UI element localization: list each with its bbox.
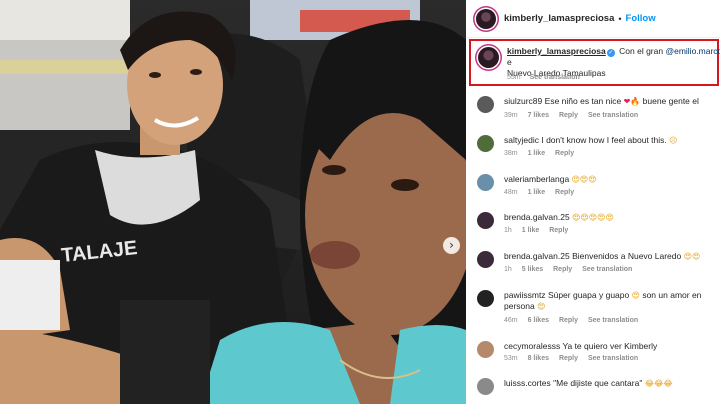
heart-eyes-icon: 😍 — [537, 302, 546, 311]
heart-eyes-icon: 😍 — [631, 291, 640, 300]
comment-username[interactable]: valeriamberlanga — [504, 174, 569, 184]
sad-face-icon: ☹ — [669, 136, 678, 145]
avatar[interactable] — [476, 8, 496, 29]
post-photo[interactable]: TALAJE › — [0, 0, 466, 404]
post-header: kimberly_lamaspreciosa • Follow — [466, 0, 720, 38]
comment-likes[interactable]: 1 like — [528, 189, 546, 196]
laughing-icon: 😂😂😂 — [644, 379, 673, 388]
comment-username[interactable]: cecymoralesss — [504, 341, 560, 351]
avatar[interactable] — [477, 174, 494, 191]
caption-body: Con el gran — [619, 46, 664, 56]
caption-meta: 55m See translation — [507, 74, 587, 81]
comment-likes[interactable]: 1 like — [528, 150, 546, 157]
post-photo-illustration: TALAJE — [0, 0, 466, 404]
comment-body: Ese niño es tan nice — [544, 96, 622, 106]
caption-rest: e — [507, 57, 512, 67]
avatar[interactable] — [477, 341, 494, 358]
heart-eyes-icon: 😍😍😍😍😍 — [572, 213, 614, 222]
comment-body: I don't know how I feel about this. — [541, 135, 667, 145]
caption-see-translation[interactable]: See translation — [530, 74, 580, 81]
comment-username[interactable]: brenda.galvan.25 — [504, 212, 570, 222]
comment-username[interactable]: luisss.cortes — [504, 378, 551, 388]
reply-button[interactable]: Reply — [549, 227, 568, 234]
comment-time: 48m — [504, 189, 518, 196]
header-username[interactable]: kimberly_lamaspreciosa — [504, 13, 614, 24]
comment-text: brenda.galvan.25 Bienvenidos a Nuevo Lar… — [504, 251, 714, 262]
comment-likes[interactable]: 5 likes — [522, 266, 543, 273]
comment-body: Bienvenidos a Nuevo Laredo — [572, 251, 682, 261]
next-photo-button[interactable]: › — [443, 237, 460, 254]
caption-avatar[interactable] — [478, 47, 499, 68]
comment-meta: 38m 1 like Reply — [504, 150, 582, 157]
comment-meta: 46m 6 likes Reply See translation — [504, 317, 646, 324]
see-translation-button[interactable]: See translation — [588, 317, 638, 324]
comment-username[interactable]: brenda.galvan.25 — [504, 251, 570, 261]
comment-username[interactable]: saltyjedic — [504, 135, 539, 145]
comment-text: brenda.galvan.25 😍😍😍😍😍 — [504, 212, 714, 223]
heart-eyes-icon: 😍😍 — [683, 252, 701, 261]
reply-button[interactable]: Reply — [553, 266, 572, 273]
comment-body: Súper guapa y guapo — [547, 290, 630, 300]
comment-body: Ya te quiero ver Kimberly — [562, 341, 658, 351]
comment-body-after: buene gente el — [642, 96, 699, 106]
avatar[interactable] — [477, 212, 494, 229]
reply-button[interactable]: Reply — [559, 355, 578, 362]
comment-time: 46m — [504, 317, 518, 324]
verified-icon: ✓ — [606, 49, 615, 57]
avatar[interactable] — [477, 96, 494, 113]
caption-time: 55m — [507, 74, 521, 81]
comment-time: 38m — [504, 150, 518, 157]
comment-meta: 53m 8 likes Reply See translation — [504, 355, 646, 362]
comment-body: "Me dijiste que cantara" — [553, 378, 643, 388]
comment-meta: 48m 1 like Reply — [504, 189, 582, 196]
comment-text: cecymoralesss Ya te quiero ver Kimberly — [504, 341, 714, 352]
caption-username[interactable]: kimberly_lamaspreciosa — [507, 46, 606, 56]
reply-button[interactable]: Reply — [559, 112, 578, 119]
comment-text: pawiissmtz Súper guapa y guapo 😍 son un … — [504, 290, 714, 312]
comment-likes[interactable]: 1 like — [522, 227, 540, 234]
comment-time: 1h — [504, 227, 512, 234]
comment-time: 1h — [504, 266, 512, 273]
comment-username[interactable]: siulzurc89 — [504, 96, 542, 106]
comment-text: luisss.cortes "Me dijiste que cantara" 😂… — [504, 378, 714, 389]
caption-highlight: kimberly_lamaspreciosa ✓ Con el gran @emi… — [469, 39, 720, 86]
comment-username[interactable]: pawiissmtz — [504, 290, 546, 300]
comment-meta: 39m 7 likes Reply See translation — [504, 112, 646, 119]
avatar[interactable] — [477, 135, 494, 152]
caption-mention[interactable]: @emilio.marcos — [665, 46, 720, 56]
see-translation-button[interactable]: See translation — [588, 355, 638, 362]
comments-panel: kimberly_lamaspreciosa • Follow kimberly… — [466, 0, 720, 404]
comment-text: valeriamberlanga 😍😍😍 — [504, 174, 714, 185]
comment-text: saltyjedic I don't know how I feel about… — [504, 135, 714, 146]
comment-likes[interactable]: 8 likes — [528, 355, 549, 362]
avatar[interactable] — [477, 378, 494, 395]
heart-eyes-icon: 😍😍😍 — [571, 175, 597, 184]
reply-button[interactable]: Reply — [555, 150, 574, 157]
avatar[interactable] — [477, 251, 494, 268]
comment-time: 53m — [504, 355, 518, 362]
heart-fire-icon: ❤🔥 — [623, 97, 641, 106]
follow-button[interactable]: Follow — [626, 13, 656, 24]
comment-meta: 1h 5 likes Reply See translation — [504, 266, 640, 273]
comment-text: siulzurc89 Ese niño es tan nice ❤🔥 buene… — [504, 96, 714, 107]
comment-likes[interactable]: 7 likes — [528, 112, 549, 119]
reply-button[interactable]: Reply — [559, 317, 578, 324]
comment-likes[interactable]: 6 likes — [528, 317, 549, 324]
comment-time: 39m — [504, 112, 518, 119]
avatar[interactable] — [477, 290, 494, 307]
reply-button[interactable]: Reply — [555, 189, 574, 196]
see-translation-button[interactable]: See translation — [588, 112, 638, 119]
header-separator: • — [618, 13, 622, 24]
comment-meta: 1h 1 like Reply — [504, 227, 576, 234]
see-translation-button[interactable]: See translation — [582, 266, 632, 273]
